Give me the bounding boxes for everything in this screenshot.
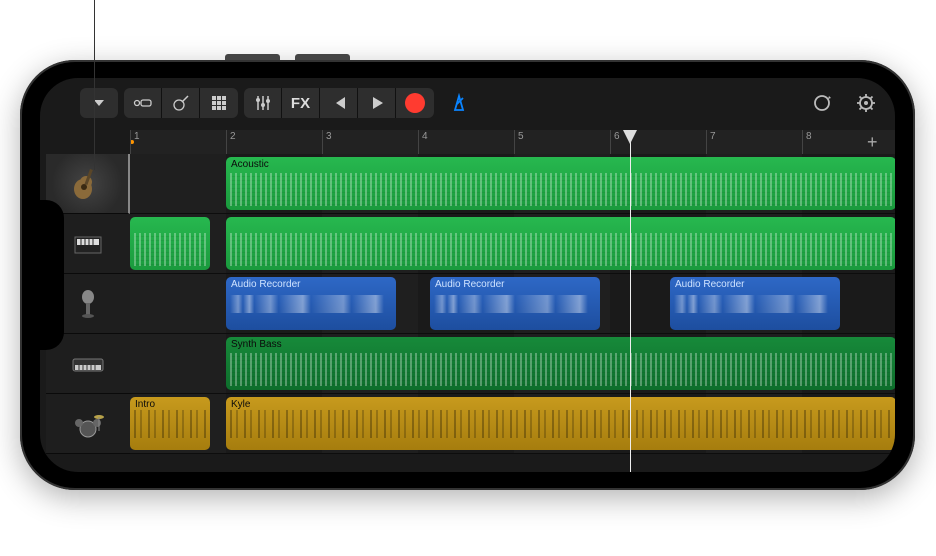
my-songs-button[interactable] — [80, 88, 118, 118]
ruler-tick: 8 — [802, 130, 812, 154]
gear-icon — [856, 93, 876, 113]
guitar-icon — [66, 163, 108, 205]
view-mode-group — [124, 88, 238, 118]
record-icon — [405, 93, 425, 113]
region[interactable]: Audio Recorder — [670, 277, 840, 330]
fx-button[interactable]: FX — [282, 88, 320, 118]
region-label: Kyle — [231, 399, 250, 410]
region[interactable]: Audio Recorder — [226, 277, 396, 330]
guitar-icon — [68, 165, 106, 203]
app-screen: FX — [40, 78, 895, 472]
rewind-icon — [331, 95, 347, 111]
ruler-tick: 6 — [610, 130, 620, 154]
controls-group: FX — [244, 88, 434, 118]
waveform — [230, 295, 392, 313]
ruler-tick: 2 — [226, 130, 236, 154]
loop-icon — [812, 93, 832, 113]
track-header-drums[interactable] — [46, 394, 130, 454]
region[interactable]: Synth Bass — [226, 337, 895, 390]
region[interactable]: Acoustic — [226, 157, 895, 210]
region[interactable]: Audio Recorder — [430, 277, 600, 330]
region[interactable] — [226, 217, 895, 270]
region-label: Synth Bass — [231, 339, 282, 350]
browser-icon — [133, 96, 153, 110]
metronome-icon — [449, 93, 469, 113]
waveform — [674, 295, 836, 313]
midi-notes — [230, 233, 892, 266]
timeline-ruler[interactable]: 1 2 3 4 5 6 7 8 — [130, 130, 895, 154]
instrument-button[interactable] — [162, 88, 200, 118]
region-label: Audio Recorder — [231, 279, 300, 290]
waveform — [434, 295, 596, 313]
drumkit-icon — [67, 403, 109, 445]
midi-notes — [134, 233, 206, 266]
toolbar: FX — [80, 86, 885, 120]
region[interactable]: Intro — [130, 397, 210, 450]
annotation-callout-line — [94, 0, 95, 170]
go-to-beginning-button[interactable] — [320, 88, 358, 118]
loop-browser-button[interactable] — [803, 88, 841, 118]
metronome-button[interactable] — [440, 88, 478, 118]
region[interactable]: Kyle — [226, 397, 895, 450]
midi-notes — [230, 353, 892, 386]
ruler-tick: 7 — [706, 130, 716, 154]
ruler-tick: 1 — [130, 130, 140, 154]
ruler-tick: 5 — [514, 130, 524, 154]
microphone-icon — [69, 285, 107, 323]
drumkit-icon — [69, 405, 107, 443]
play-button[interactable] — [358, 88, 396, 118]
keyboard-icon — [67, 343, 109, 385]
region-label: Intro — [135, 399, 155, 410]
browser-button[interactable] — [124, 88, 162, 118]
device-frame: FX — [20, 60, 915, 490]
track-row-piano[interactable] — [130, 214, 895, 274]
ruler-tick: 3 — [322, 130, 332, 154]
track-row-voice[interactable]: Audio Recorder Audio Recorder Audio Record… — [130, 274, 895, 334]
microphone-icon — [67, 283, 109, 325]
waveform — [134, 410, 206, 438]
region-label: Acoustic — [231, 159, 269, 170]
region-label: Audio Recorder — [435, 279, 504, 290]
waveform — [230, 410, 892, 438]
play-icon — [369, 95, 385, 111]
grid-icon — [211, 95, 227, 111]
record-button[interactable] — [396, 88, 434, 118]
piano-icon — [69, 225, 107, 263]
track-row-synth[interactable]: Synth Bass — [130, 334, 895, 394]
region-label: Audio Recorder — [675, 279, 744, 290]
ruler-tick: 4 — [418, 130, 428, 154]
playhead[interactable] — [630, 130, 631, 472]
add-section-button[interactable]: + — [867, 132, 887, 152]
piano-icon — [67, 223, 109, 265]
track-row-drums[interactable]: Intro Kyle — [130, 394, 895, 454]
region[interactable] — [130, 217, 210, 270]
tracks-view-button[interactable] — [200, 88, 238, 118]
guitar-toolbar-icon — [172, 94, 190, 112]
tracks-area[interactable]: AcousticAudio RecorderAudio RecorderAudi… — [130, 154, 895, 472]
device-notch — [40, 200, 64, 350]
track-row-acoustic[interactable]: Acoustic — [130, 154, 895, 214]
track-controls-button[interactable] — [244, 88, 282, 118]
sliders-icon — [254, 94, 272, 112]
settings-button[interactable] — [847, 88, 885, 118]
midi-notes — [230, 173, 892, 206]
keyboard-icon — [69, 345, 107, 383]
